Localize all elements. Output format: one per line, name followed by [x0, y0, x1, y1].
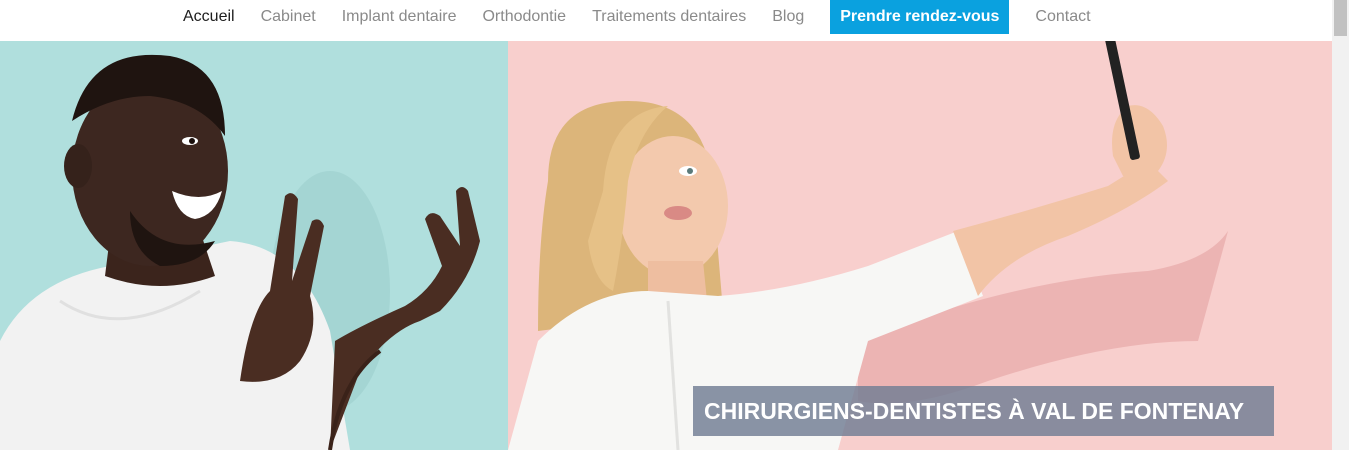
man-illustration	[0, 54, 480, 450]
nav-item-contact[interactable]: Contact	[1022, 8, 1103, 26]
scrollbar-thumb[interactable]	[1334, 0, 1347, 36]
nav-item-accueil[interactable]: Accueil	[170, 8, 248, 26]
hero-image-left	[0, 41, 508, 450]
nav-item-implant-dentaire[interactable]: Implant dentaire	[329, 8, 470, 26]
nav-item-blog[interactable]: Blog	[759, 8, 817, 26]
nav-item-cabinet[interactable]: Cabinet	[248, 8, 329, 26]
page: Accueil Cabinet Implant dentaire Orthodo…	[0, 0, 1349, 450]
appointment-button[interactable]: Prendre rendez-vous	[830, 0, 1010, 34]
hero-caption: CHIRURGIENS-DENTISTES À VAL DE FONTENAY	[693, 386, 1274, 436]
nav-menu: Accueil Cabinet Implant dentaire Orthodo…	[170, 0, 1104, 34]
nav-item-orthodontie[interactable]: Orthodontie	[469, 8, 579, 26]
main-navigation: Accueil Cabinet Implant dentaire Orthodo…	[0, 0, 1332, 41]
page-scrollbar[interactable]	[1332, 0, 1349, 450]
hero-banner: CHIRURGIENS-DENTISTES À VAL DE FONTENAY	[0, 41, 1332, 450]
nav-item-traitements-dentaires[interactable]: Traitements dentaires	[579, 8, 759, 26]
